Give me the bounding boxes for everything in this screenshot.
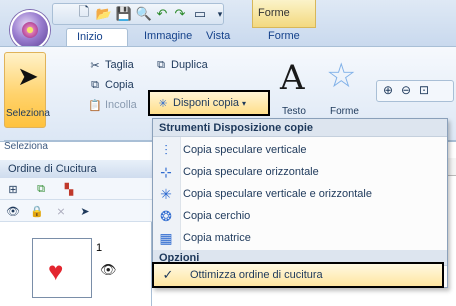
eye-icon[interactable]: 👁: [6, 204, 20, 218]
text-tool-label: Testo: [282, 106, 306, 117]
copy-button[interactable]: ⧉ Copia: [88, 78, 134, 92]
group-icon[interactable]: ⧉: [34, 182, 48, 196]
menu-item-mirror-horizontal[interactable]: ⊹ Copia speculare orizzontale: [153, 161, 447, 183]
app-logo-icon: [22, 22, 38, 38]
cut-label: Taglia: [105, 59, 134, 71]
new-file-icon[interactable]: 🗋: [76, 4, 92, 22]
circle-copy-icon: ❂: [160, 207, 172, 224]
paste-button[interactable]: 📋 Incolla: [88, 98, 137, 112]
select-button-label: Seleziona: [6, 108, 50, 119]
undo-icon[interactable]: ↶: [154, 6, 170, 22]
checkmark-icon: ✓: [162, 267, 174, 282]
zoom-controls: ⊕ ⊖ ⊡: [376, 80, 454, 102]
paste-label: Incolla: [105, 99, 137, 111]
mirror-vertical-icon: ⫶: [164, 141, 168, 158]
copy-icon: ⧉: [91, 78, 99, 91]
grid-view-icon[interactable]: ⊞: [6, 182, 20, 196]
save-icon[interactable]: 💾: [116, 6, 132, 22]
menu-item-optimize-sewing-order[interactable]: ✓ Ottimizza ordine di cucitura: [152, 262, 444, 288]
monitor-icon[interactable]: ▭: [192, 6, 208, 22]
arrow-cursor-icon: ➤: [17, 61, 39, 91]
pane-toolbar-top: ⊞ ⧉ ▚: [0, 178, 152, 200]
select-button[interactable]: ➤ Seleziona: [4, 52, 50, 128]
menu-item-mirror-both[interactable]: ✳ Copia speculare verticale e orizzontal…: [153, 183, 447, 205]
sewing-item-number: 1: [96, 242, 103, 254]
pane-title: Ordine di Cucitura: [0, 160, 152, 178]
tab-forme[interactable]: Forme: [258, 28, 310, 46]
pane-toolbar-bottom: 👁 🔒 ⨯ ➤: [0, 200, 152, 222]
duplicate-icon: ⧉: [157, 58, 165, 71]
visibility-eye-icon[interactable]: 👁: [100, 262, 117, 278]
pointer-icon[interactable]: ➤: [78, 204, 92, 218]
mirror-horizontal-icon: ⊹: [160, 163, 172, 180]
lock-icon[interactable]: 🔒: [30, 204, 44, 218]
tab-vista[interactable]: Vista: [196, 28, 240, 46]
arrange-copy-icon: ✳: [158, 97, 168, 110]
mirror-both-icon: ✳: [160, 185, 172, 202]
color-order-icon[interactable]: ▚: [62, 182, 76, 196]
group-label-seleziona: Seleziona: [4, 141, 48, 152]
menu-item-matrix-copy[interactable]: ▦ Copia matrice: [153, 227, 447, 249]
cut-button[interactable]: ✂ Taglia: [88, 58, 134, 72]
open-folder-icon[interactable]: 📂: [96, 6, 112, 22]
link-icon[interactable]: ⨯: [54, 204, 68, 218]
redo-icon[interactable]: ↷: [172, 6, 188, 22]
menu-item-mirror-vertical[interactable]: ⫶ Copia speculare verticale: [153, 139, 447, 161]
tab-inizio[interactable]: Inizio: [66, 28, 128, 46]
arrange-copy-label: Disponi copia: [173, 97, 240, 109]
text-tool-icon[interactable]: A: [280, 58, 305, 98]
paste-icon: 📋: [88, 99, 102, 112]
tab-immagine[interactable]: Immagine: [134, 28, 202, 46]
scissors-icon: ✂: [90, 59, 100, 72]
duplicate-button[interactable]: ⧉ Duplica: [154, 58, 208, 72]
zoom-fit-icon[interactable]: ⊡: [419, 83, 429, 97]
menu-header-tools: Strumenti Disposizione copie: [153, 119, 447, 137]
application-menu-button[interactable]: [10, 10, 50, 50]
zoom-out-icon[interactable]: ⊖: [401, 83, 411, 97]
zoom-icon[interactable]: 🔍: [136, 6, 152, 22]
zoom-in-icon[interactable]: ⊕: [383, 83, 393, 97]
duplicate-label: Duplica: [171, 59, 208, 71]
shapes-star-icon[interactable]: ☆: [326, 56, 356, 96]
context-tab-label: Forme: [258, 7, 290, 19]
dropdown-arrow-icon: ▾: [242, 98, 247, 108]
matrix-copy-icon: ▦: [159, 229, 173, 246]
customize-qa-icon[interactable]: ▾: [212, 6, 228, 22]
menu-item-circle-copy[interactable]: ❂ Copia cerchio: [153, 205, 447, 227]
shapes-label: Forme: [330, 106, 359, 117]
copy-label: Copia: [105, 79, 134, 91]
heart-shape-icon: ♥: [48, 256, 64, 286]
arrange-copy-button[interactable]: ✳ Disponi copia ▾: [148, 90, 270, 116]
